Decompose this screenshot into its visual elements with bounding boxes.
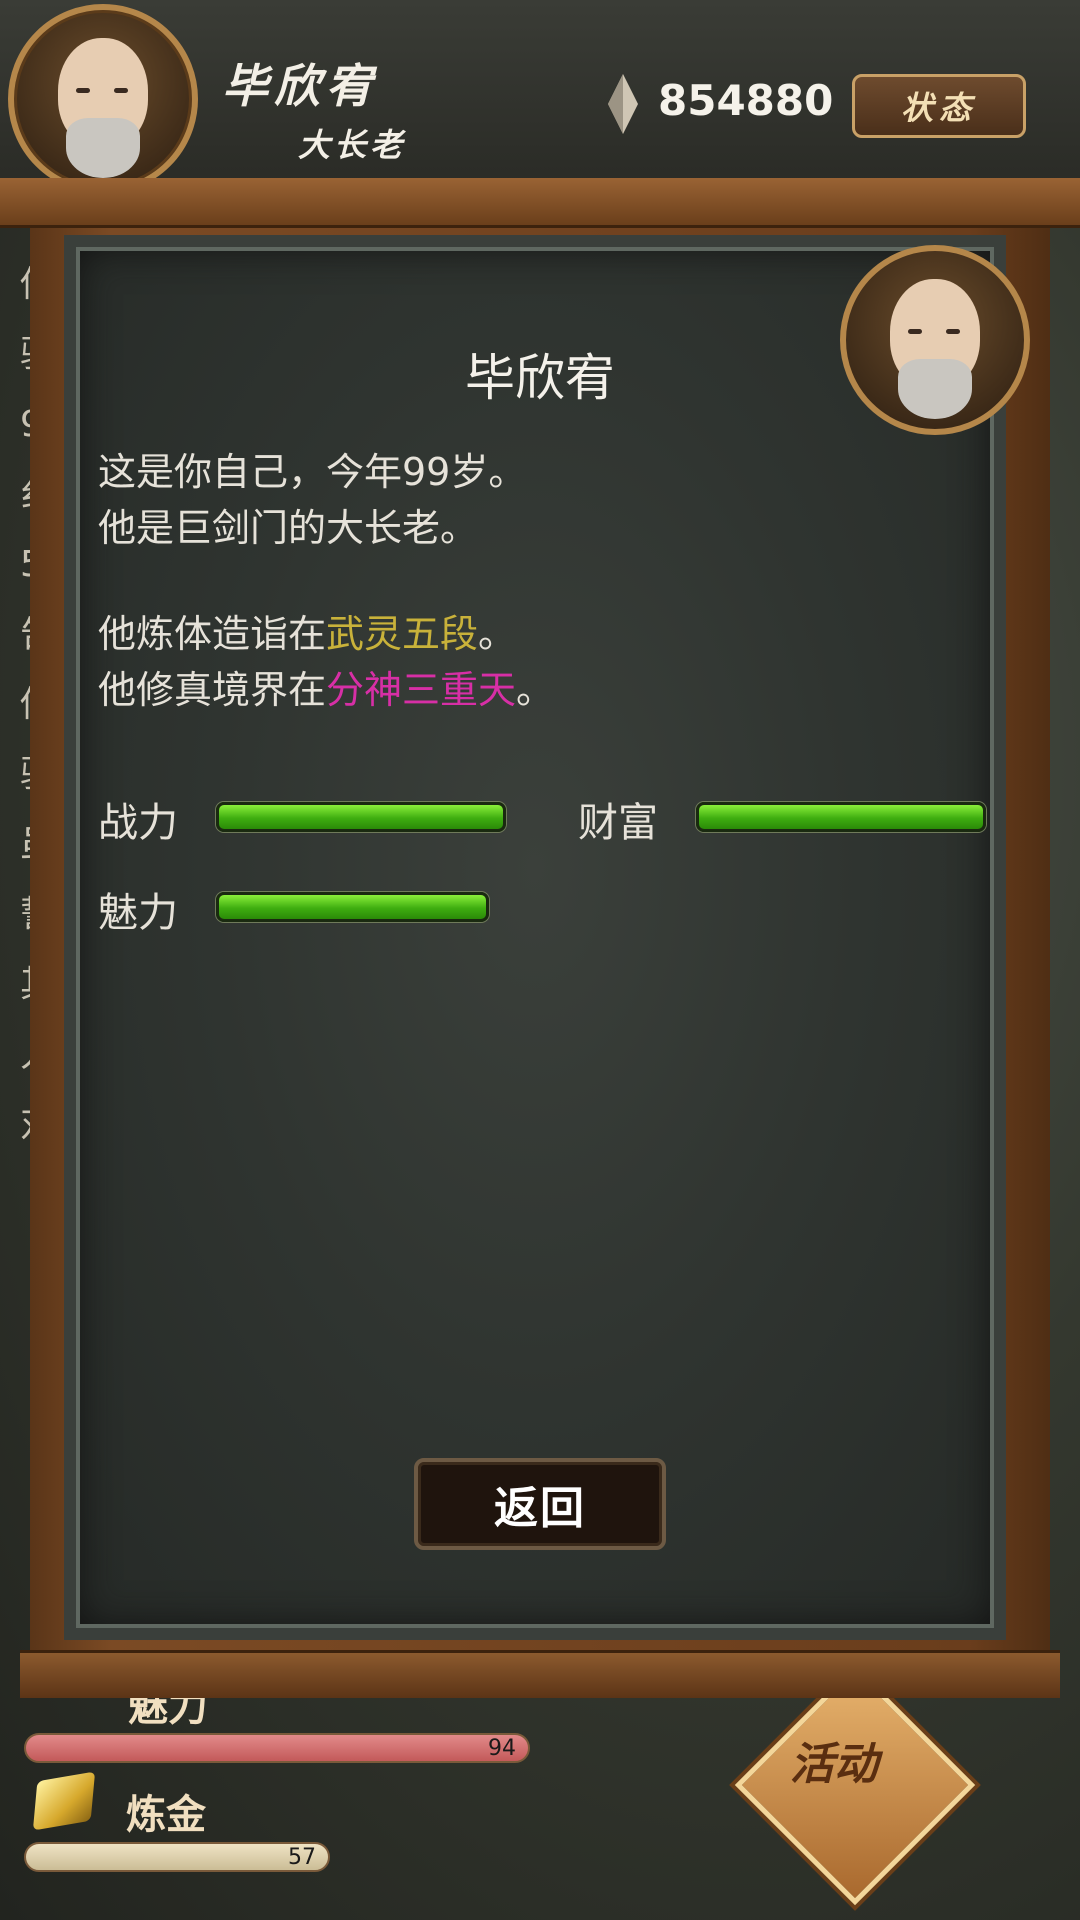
description-line-rank: 他是巨剑门的大长老。 [98, 506, 479, 550]
gem-icon [608, 74, 638, 134]
player-avatar[interactable] [8, 4, 198, 194]
player-name: 毕欣宥 [222, 59, 378, 113]
character-name: 毕欣宥 [465, 349, 615, 407]
cultivation-realm-line: 他修真境界在分神三重天。 [98, 668, 555, 712]
combat-power-bar [216, 802, 506, 832]
charm-label: 魅力 [98, 890, 178, 936]
alchemy-label: 炼金 [126, 1791, 206, 1838]
back-button[interactable]: 返回 [414, 1458, 666, 1550]
scroll-bottom-rod [20, 1650, 1060, 1698]
alchemy-bar: 57 [24, 1842, 330, 1872]
player-title: 大长老 [298, 126, 407, 164]
body-realm-line: 他炼体造诣在武灵五段。 [98, 612, 517, 656]
body-realm-value: 武灵五段 [326, 612, 479, 656]
description-line-age: 这是你自己，今年99岁。 [98, 450, 527, 494]
cultivation-realm-value: 分神三重天 [326, 668, 517, 712]
elder-portrait-icon [48, 38, 158, 178]
wealth-bar [696, 802, 986, 832]
scroll-top-rod [0, 178, 1080, 228]
currency-amount: 854880 [658, 76, 834, 125]
activity-button-label: 活动 [790, 1739, 878, 1790]
charm-bar [216, 892, 489, 922]
background-charm-bar: 94 [24, 1733, 530, 1763]
status-button[interactable]: 状态 [852, 74, 1026, 138]
alchemy-value: 57 [288, 1845, 316, 1870]
wealth-label: 财富 [578, 800, 658, 846]
combat-power-label: 战力 [98, 800, 178, 846]
charm-value: 94 [488, 1736, 516, 1761]
